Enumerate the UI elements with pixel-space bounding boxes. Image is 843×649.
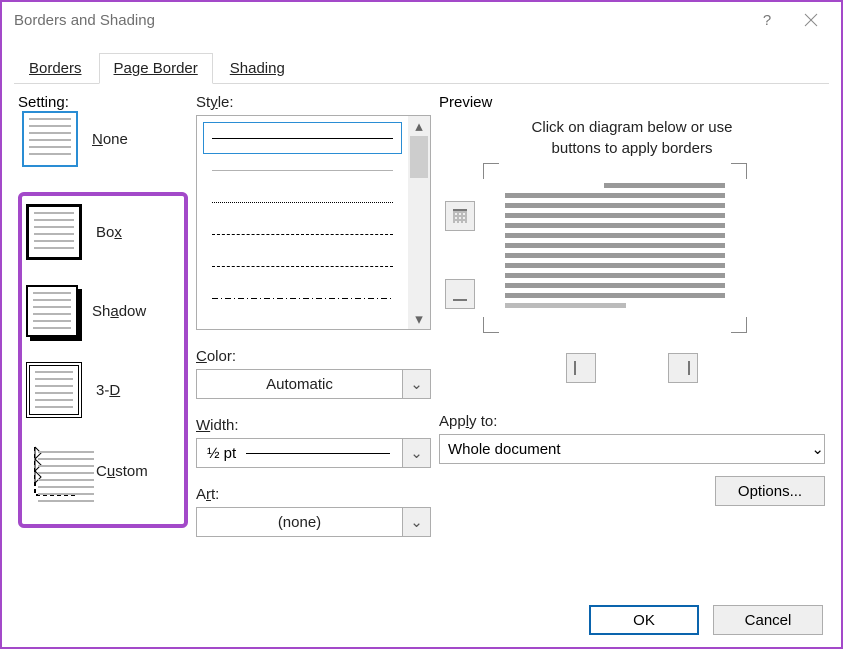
apply-to-label: Apply to: (439, 413, 825, 430)
dialog-title: Borders and Shading (10, 12, 745, 29)
border-left-icon (574, 361, 588, 375)
setting-box-icon (26, 204, 82, 260)
width-dropdown-button[interactable]: ⌄ (402, 439, 430, 467)
ok-button[interactable]: OK (589, 605, 699, 635)
width-value: ½ pt (201, 445, 236, 462)
style-label: Style: (196, 94, 431, 111)
setting-shadow-icon (26, 285, 78, 337)
setting-3d-icon (26, 362, 82, 418)
style-listbox[interactable]: ▴ ▾ (196, 115, 431, 330)
art-dropdown-button[interactable]: ⌄ (402, 508, 430, 536)
apply-to-dropdown-button[interactable]: ⌄ (811, 440, 824, 458)
apply-to-dropdown[interactable]: Whole document ⌄ (439, 434, 825, 464)
setting-highlight-box: Box Shadow 3-D C (18, 192, 188, 528)
crop-corner-bl (483, 317, 499, 333)
border-top-icon (453, 209, 467, 223)
setting-shadow[interactable]: Shadow (22, 285, 184, 337)
style-option-dash[interactable] (203, 218, 402, 250)
scroll-thumb[interactable] (410, 136, 428, 178)
color-dropdown-button[interactable]: ⌄ (402, 370, 430, 398)
crop-corner-tl (483, 163, 499, 179)
close-icon (804, 13, 818, 27)
setting-box[interactable]: Box (22, 204, 184, 260)
tab-strip: Borders Page Border Shading (14, 50, 829, 84)
preview-legend: Preview (439, 94, 492, 111)
style-option-thin[interactable] (203, 154, 402, 186)
scroll-up-icon[interactable]: ▴ (408, 116, 430, 136)
width-dropdown[interactable]: ½ pt ⌄ (196, 438, 431, 468)
setting-box-label: Box (96, 224, 122, 241)
border-bottom-icon (453, 287, 467, 301)
apply-to-value: Whole document (440, 441, 811, 458)
tab-shading[interactable]: Shading (215, 53, 300, 83)
color-value: Automatic (197, 376, 402, 393)
setting-3d[interactable]: 3-D (22, 362, 184, 418)
border-bottom-button[interactable] (445, 279, 475, 309)
setting-custom[interactable]: Custom (22, 443, 184, 499)
close-button[interactable] (789, 5, 833, 35)
border-right-button[interactable] (668, 353, 698, 383)
style-option-dashdot[interactable] (203, 282, 402, 314)
art-dropdown[interactable]: (none) ⌄ (196, 507, 431, 537)
setting-none-label: None (92, 131, 128, 148)
style-option-dash-wide[interactable] (203, 250, 402, 282)
setting-none-icon (22, 111, 78, 167)
setting-custom-label: Custom (96, 463, 148, 480)
art-value: (none) (197, 514, 402, 531)
color-label: Color: (196, 348, 431, 365)
style-scrollbar[interactable]: ▴ ▾ (408, 116, 430, 329)
preview-diagram[interactable] (505, 177, 725, 319)
setting-shadow-label: Shadow (92, 303, 146, 320)
color-dropdown[interactable]: Automatic ⌄ (196, 369, 431, 399)
border-left-button[interactable] (566, 353, 596, 383)
setting-custom-icon (26, 443, 82, 499)
style-option-dash-fine[interactable] (203, 186, 402, 218)
borders-shading-dialog: Borders and Shading ? Borders Page Borde… (0, 0, 843, 649)
titlebar: Borders and Shading ? (2, 2, 841, 38)
options-button[interactable]: Options... (715, 476, 825, 506)
preview-hint: Click on diagram below or usebuttons to … (451, 117, 813, 159)
setting-legend: Setting: (18, 94, 69, 111)
style-option-solid[interactable] (203, 122, 402, 154)
chevron-down-icon: ⌄ (410, 513, 423, 531)
border-top-button[interactable] (445, 201, 475, 231)
chevron-down-icon: ⌄ (410, 444, 423, 462)
setting-none[interactable]: None (18, 111, 188, 167)
cancel-button[interactable]: Cancel (713, 605, 823, 635)
scroll-down-icon[interactable]: ▾ (408, 309, 430, 329)
chevron-down-icon: ⌄ (811, 441, 824, 458)
border-right-icon (676, 361, 690, 375)
setting-3d-label: 3-D (96, 382, 120, 399)
crop-corner-br (731, 317, 747, 333)
tab-page-border[interactable]: Page Border (99, 53, 213, 84)
art-label: Art: (196, 486, 431, 503)
width-label: Width: (196, 417, 431, 434)
chevron-down-icon: ⌄ (410, 375, 423, 393)
width-sample-line (246, 453, 390, 454)
crop-corner-tr (731, 163, 747, 179)
help-button[interactable]: ? (745, 5, 789, 35)
tab-borders[interactable]: Borders (14, 53, 97, 83)
